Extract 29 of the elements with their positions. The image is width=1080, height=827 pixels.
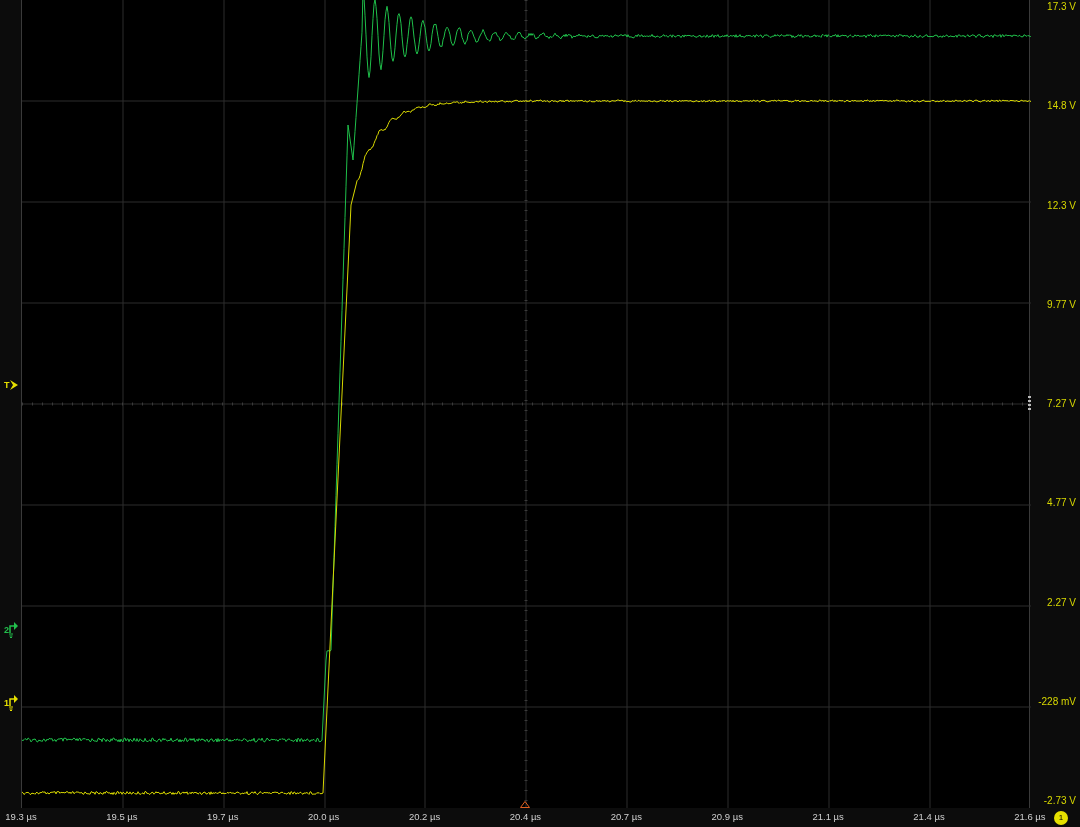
x-axis-label: 20.0 µs	[307, 810, 341, 825]
channel-marker-label: 2	[4, 626, 9, 635]
y-axis-label: -228 mV	[1038, 694, 1076, 709]
x-axis-label: 21.6 µs	[1013, 810, 1047, 825]
drag-handle-icon[interactable]	[1028, 396, 1031, 410]
x-axis-label: 21.4 µs	[912, 810, 946, 825]
x-axis-label: 19.5 µs	[105, 810, 139, 825]
ground-arrow-icon[interactable]	[9, 695, 18, 711]
x-axis-label: 19.7 µs	[206, 810, 240, 825]
trigger-arrow-icon[interactable]	[9, 380, 18, 390]
x-axis-label: 21.1 µs	[811, 810, 845, 825]
x-axis-label: 20.2 µs	[407, 810, 442, 825]
channel-marker-label: 1	[4, 699, 9, 708]
x-axis-label: 20.4 µs	[508, 810, 543, 825]
y-axis-label: 14.8 V	[1047, 99, 1076, 114]
trigger-marker-label: T	[4, 380, 10, 390]
y-axis-label: 4.77 V	[1047, 496, 1076, 511]
ground-arrow-icon[interactable]	[9, 622, 18, 638]
x-axis-label: 20.9 µs	[710, 810, 744, 825]
y-axis-label: 9.77 V	[1047, 297, 1076, 312]
y-axis-label: 7.27 V	[1047, 397, 1076, 411]
x-axis-label: 19.3 µs	[4, 810, 38, 825]
trigger-position-icon[interactable]	[520, 801, 530, 808]
y-axis-label: 12.3 V	[1047, 198, 1076, 213]
y-axis-label: -2.73 V	[1043, 794, 1076, 808]
y-axis-label: 17.3 V	[1047, 0, 1076, 14]
x-axis-label: 20.7 µs	[609, 810, 643, 825]
y-axis-label: 2.27 V	[1047, 595, 1076, 610]
channel-badge[interactable]: 1	[1054, 810, 1068, 825]
